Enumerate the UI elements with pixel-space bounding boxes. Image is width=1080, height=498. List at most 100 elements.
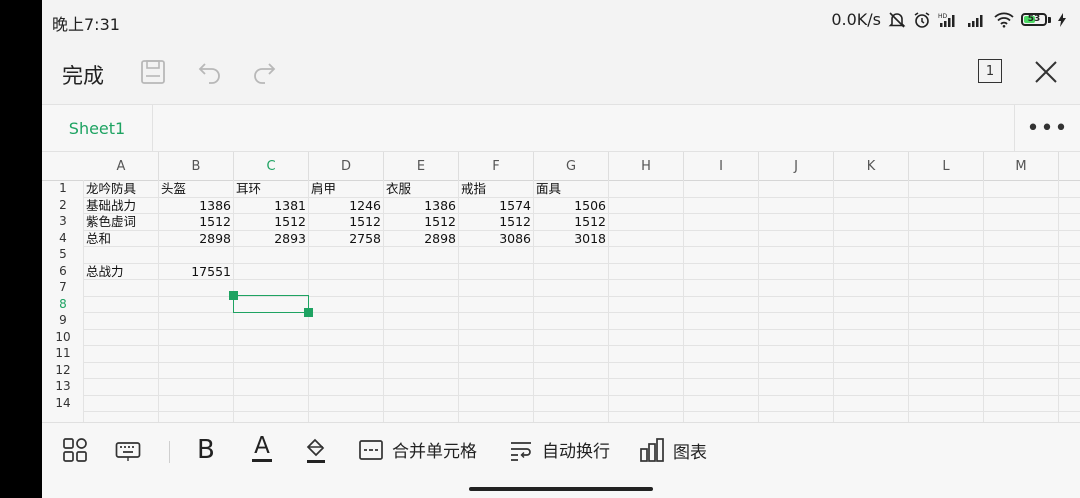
- chart-label: 图表: [673, 442, 707, 463]
- row-header-5[interactable]: 5: [42, 246, 84, 263]
- cell-b6[interactable]: 17551: [159, 263, 231, 280]
- row-header-10[interactable]: 10: [42, 329, 84, 346]
- chart-button[interactable]: 图表: [639, 437, 707, 463]
- keyboard-icon[interactable]: [115, 437, 141, 463]
- charging-icon: [1058, 12, 1066, 27]
- cell-d2[interactable]: 1246: [309, 197, 381, 214]
- cell-g3[interactable]: 1512: [534, 213, 606, 230]
- row-header-6[interactable]: 6: [42, 263, 84, 280]
- battery-level: 53: [1027, 14, 1041, 24]
- column-header-f[interactable]: F: [459, 152, 534, 180]
- cell-f2[interactable]: 1574: [459, 197, 531, 214]
- cell-e4[interactable]: 2898: [384, 230, 456, 247]
- cell-b4[interactable]: 2898: [159, 230, 231, 247]
- column-header-j[interactable]: J: [759, 152, 834, 180]
- home-indicator[interactable]: [469, 487, 653, 491]
- selection-handle-start[interactable]: [229, 290, 238, 300]
- window-count-icon[interactable]: 1: [978, 59, 1002, 83]
- row-header-4[interactable]: 4: [42, 230, 84, 247]
- status-icons: 0.0K/s HD 53: [831, 10, 1066, 29]
- close-icon[interactable]: [1032, 58, 1060, 86]
- tab-sheet1[interactable]: Sheet1: [42, 105, 153, 151]
- cell-a2[interactable]: 基础战力: [86, 197, 136, 214]
- grid-column-line: [683, 180, 684, 422]
- save-icon[interactable]: [139, 58, 167, 86]
- cell-d3[interactable]: 1512: [309, 213, 381, 230]
- svg-text:HD: HD: [938, 13, 948, 20]
- selected-cell-border[interactable]: [233, 294, 309, 313]
- cell-g2[interactable]: 1506: [534, 197, 606, 214]
- cell-g1[interactable]: 面具: [536, 180, 561, 197]
- row-header-9[interactable]: 9: [42, 312, 84, 329]
- cell-f1[interactable]: 戒指: [461, 180, 486, 197]
- bottom-toolbar: B A 合并单元格 自动换行 图表: [42, 422, 1080, 498]
- cell-b1[interactable]: 头盔: [161, 180, 186, 197]
- font-color-bar: [252, 459, 272, 462]
- grid-column-line: [1058, 180, 1059, 422]
- cell-g4[interactable]: 3018: [534, 230, 606, 247]
- undo-icon[interactable]: [196, 58, 224, 86]
- redo-icon[interactable]: [250, 58, 278, 86]
- row-header-11[interactable]: 11: [42, 345, 84, 362]
- cell-a1[interactable]: 龙吟防具: [86, 180, 136, 197]
- grid-row-line: [84, 328, 1080, 330]
- column-header-h[interactable]: H: [609, 152, 684, 180]
- cell-f3[interactable]: 1512: [459, 213, 531, 230]
- spreadsheet-grid[interactable]: A B C D E F G H I J K L M 1 2 3 4 5 6 7 8 9 10 11 12 13 14 龙吟防具 头盔 耳环…: [42, 152, 1080, 422]
- cell-a6[interactable]: 总战力: [86, 263, 124, 280]
- row-header-3[interactable]: 3: [42, 213, 84, 230]
- column-header-l[interactable]: L: [909, 152, 984, 180]
- row-header-7[interactable]: 7: [42, 279, 84, 296]
- cell-e3[interactable]: 1512: [384, 213, 456, 230]
- column-header-b[interactable]: B: [159, 152, 234, 180]
- column-header-e[interactable]: E: [384, 152, 459, 180]
- column-header-k[interactable]: K: [834, 152, 909, 180]
- row-header-14[interactable]: 14: [42, 395, 84, 412]
- grid-column-line: [983, 180, 984, 422]
- cell-a3[interactable]: 紫色虚词: [86, 213, 136, 230]
- bold-icon[interactable]: B: [197, 435, 215, 465]
- more-options-button[interactable]: •••: [1014, 105, 1080, 151]
- grid-row-line: [84, 361, 1080, 363]
- cell-c3[interactable]: 1512: [234, 213, 306, 230]
- fill-color-icon[interactable]: [303, 437, 329, 465]
- cell-b2[interactable]: 1386: [159, 197, 231, 214]
- column-header-c[interactable]: C: [234, 152, 309, 180]
- grid-column-line: [833, 180, 834, 422]
- selection-handle-end[interactable]: [304, 308, 313, 317]
- row-header-2[interactable]: 2: [42, 197, 84, 214]
- cell-a4[interactable]: 总和: [86, 230, 111, 247]
- column-header-g[interactable]: G: [534, 152, 609, 180]
- cell-d1[interactable]: 肩甲: [311, 180, 336, 197]
- grid-column-line: [758, 180, 759, 422]
- cell-e1[interactable]: 衣服: [386, 180, 411, 197]
- battery-icon: 53: [1021, 13, 1051, 26]
- column-header-a[interactable]: A: [84, 152, 159, 180]
- row-header-12[interactable]: 12: [42, 362, 84, 379]
- cell-d4[interactable]: 2758: [309, 230, 381, 247]
- done-button[interactable]: 完成: [62, 60, 104, 90]
- cell-f4[interactable]: 3086: [459, 230, 531, 247]
- font-color-icon[interactable]: A: [252, 434, 272, 462]
- cell-c2[interactable]: 1381: [234, 197, 306, 214]
- merge-cells-button[interactable]: 合并单元格: [358, 437, 477, 462]
- grid-row-line: [84, 378, 1080, 379]
- wrap-text-button[interactable]: 自动换行: [508, 437, 610, 462]
- row-header-8[interactable]: 8: [42, 296, 84, 313]
- grid-apps-icon[interactable]: [62, 437, 88, 463]
- row-header-1[interactable]: 1: [42, 180, 84, 197]
- cell-c1[interactable]: 耳环: [236, 180, 261, 197]
- cell-b3[interactable]: 1512: [159, 213, 231, 230]
- merge-cells-label: 合并单元格: [392, 442, 477, 462]
- merge-cells-icon: [359, 439, 383, 460]
- grid-row-line: [84, 262, 1080, 264]
- column-header-i[interactable]: I: [684, 152, 759, 180]
- column-header-m[interactable]: M: [984, 152, 1059, 180]
- column-header-d[interactable]: D: [309, 152, 384, 180]
- row-header-13[interactable]: 13: [42, 378, 84, 395]
- font-color-letter: A: [254, 433, 270, 459]
- cell-c4[interactable]: 2893: [234, 230, 306, 247]
- cell-e2[interactable]: 1386: [384, 197, 456, 214]
- signal-icon: [967, 12, 987, 28]
- status-bar: 晚上7:31 0.0K/s HD 53: [42, 0, 1080, 42]
